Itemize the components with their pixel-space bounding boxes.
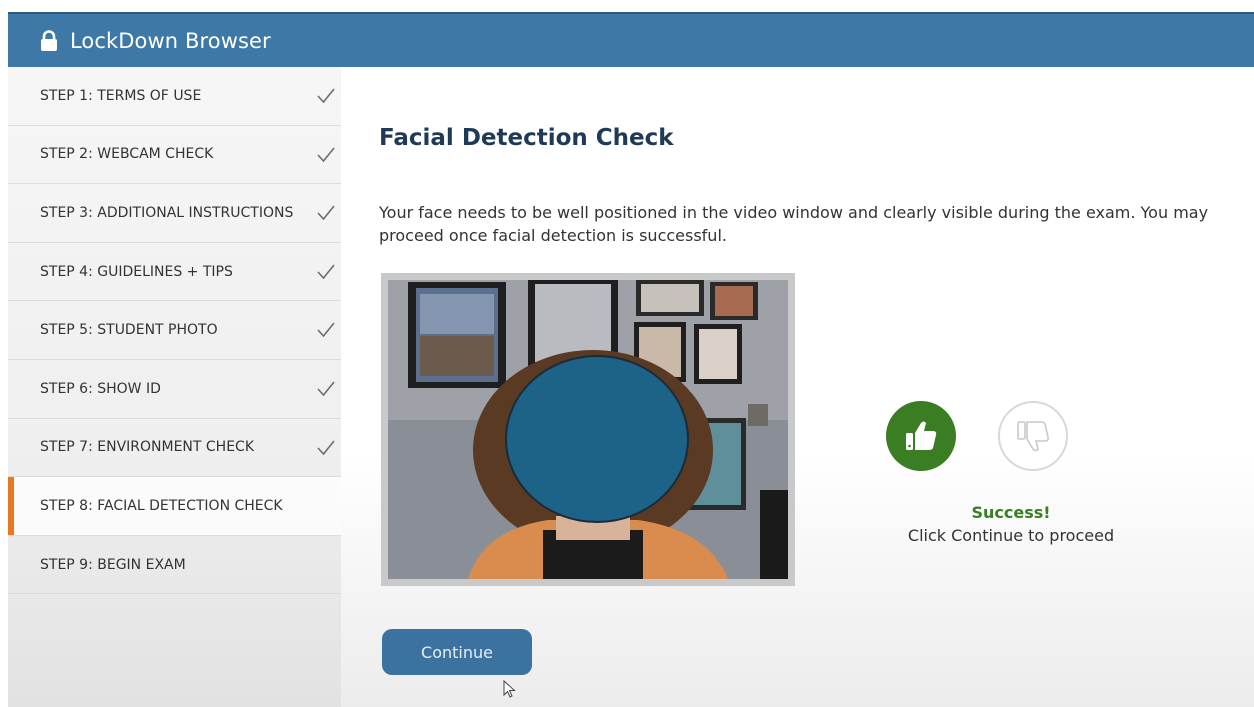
sidebar-item-guidelines-tips[interactable]: STEP 4: GUIDELINES + TIPS: [8, 243, 341, 302]
mouse-cursor-icon: [503, 680, 516, 698]
checkmark-icon: [317, 146, 335, 164]
lock-icon: [40, 29, 58, 52]
status-message-text: Click Continue to proceed: [907, 526, 1115, 545]
main-panel: Facial Detection Check Your face needs t…: [341, 67, 1254, 707]
checkmark-icon: [317, 380, 335, 398]
sidebar-item-label: STEP 5: STUDENT PHOTO: [40, 322, 218, 339]
webcam-video: [381, 273, 795, 586]
app-header: LockDown Browser: [8, 12, 1254, 67]
sidebar-item-environment-check[interactable]: STEP 7: ENVIRONMENT CHECK: [8, 419, 341, 478]
sidebar-item-show-id[interactable]: STEP 6: SHOW ID: [8, 360, 341, 419]
sidebar-item-label: STEP 8: FACIAL DETECTION CHECK: [40, 497, 283, 514]
sidebar-item-webcam-check[interactable]: STEP 2: WEBCAM CHECK: [8, 126, 341, 185]
sidebar-item-terms-of-use[interactable]: STEP 1: TERMS OF USE: [8, 67, 341, 126]
sidebar-item-label: STEP 9: BEGIN EXAM: [40, 556, 186, 573]
page-title: Facial Detection Check: [379, 125, 674, 151]
sidebar-item-student-photo[interactable]: STEP 5: STUDENT PHOTO: [8, 301, 341, 360]
continue-button[interactable]: Continue: [382, 629, 532, 675]
checkmark-icon: [317, 263, 335, 281]
sidebar-item-label: STEP 4: GUIDELINES + TIPS: [40, 263, 233, 280]
checkmark-icon: [317, 321, 335, 339]
sidebar-item-label: STEP 2: WEBCAM CHECK: [40, 146, 214, 163]
sidebar-item-facial-detection-check[interactable]: STEP 8: FACIAL DETECTION CHECK: [8, 477, 341, 536]
sidebar-item-begin-exam[interactable]: STEP 9: BEGIN EXAM: [8, 536, 341, 595]
thumbs-up-icon: [886, 401, 956, 471]
checkmark-icon: [317, 204, 335, 222]
sidebar-item-label: STEP 3: ADDITIONAL INSTRUCTIONS: [40, 204, 294, 221]
sidebar-item-label: STEP 1: TERMS OF USE: [40, 87, 202, 104]
thumbs-down-icon[interactable]: [998, 401, 1068, 471]
sidebar-item-label: STEP 6: SHOW ID: [40, 380, 161, 397]
window-top-edge: [0, 0, 1254, 12]
checkmark-icon: [317, 439, 335, 457]
webcam-frame: [388, 280, 788, 579]
sidebar-item-label: STEP 7: ENVIRONMENT CHECK: [40, 439, 254, 456]
checkmark-icon: [317, 87, 335, 105]
sidebar-item-additional-instructions[interactable]: STEP 3: ADDITIONAL INSTRUCTIONS: [8, 184, 341, 243]
face-blur-circle: [505, 355, 689, 523]
instructions-text: Your face needs to be well positioned in…: [379, 203, 1209, 245]
status-success-text: Success!: [971, 503, 1051, 522]
steps-sidebar: STEP 1: TERMS OF USE STEP 2: WEBCAM CHEC…: [8, 67, 341, 707]
app-title: LockDown Browser: [70, 28, 271, 53]
